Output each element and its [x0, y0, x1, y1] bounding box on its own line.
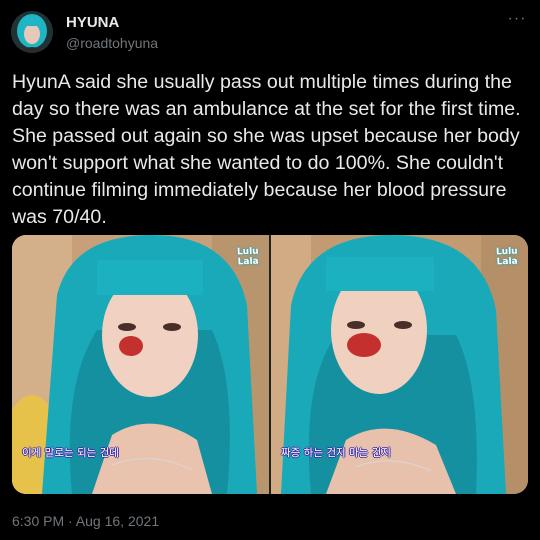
watermark-2: Lulu Lala: [495, 246, 518, 268]
tweet-text: HyunA said she usually pass out multiple…: [12, 71, 521, 228]
media-image-2[interactable]: Lulu Lala 짜증 하는 건지 마는 건지: [271, 235, 528, 494]
video-subtitle-1: 이게 말로는 되는 건데: [22, 447, 119, 459]
media-image-1[interactable]: Lulu Lala 이게 말로는 되는 건데: [12, 235, 269, 494]
tweet: HYUNA @roadtohyuna ··· HyunA said she us…: [0, 0, 540, 540]
watermark-1: Lulu Lala: [236, 246, 259, 268]
author-handle[interactable]: @roadtohyuna: [66, 35, 158, 51]
tweet-media[interactable]: Lulu Lala 이게 말로는 되는 건데 Lulu Lala 짜증 하는 건…: [12, 235, 528, 494]
tweet-timestamp[interactable]: 6:30 PM · Aug 16, 2021: [12, 513, 159, 529]
video-subtitle-2: 짜증 하는 건지 마는 건지: [281, 447, 391, 459]
author-avatar[interactable]: [11, 11, 53, 53]
more-options-icon[interactable]: ···: [506, 10, 528, 28]
author-name[interactable]: HYUNA: [66, 14, 119, 31]
